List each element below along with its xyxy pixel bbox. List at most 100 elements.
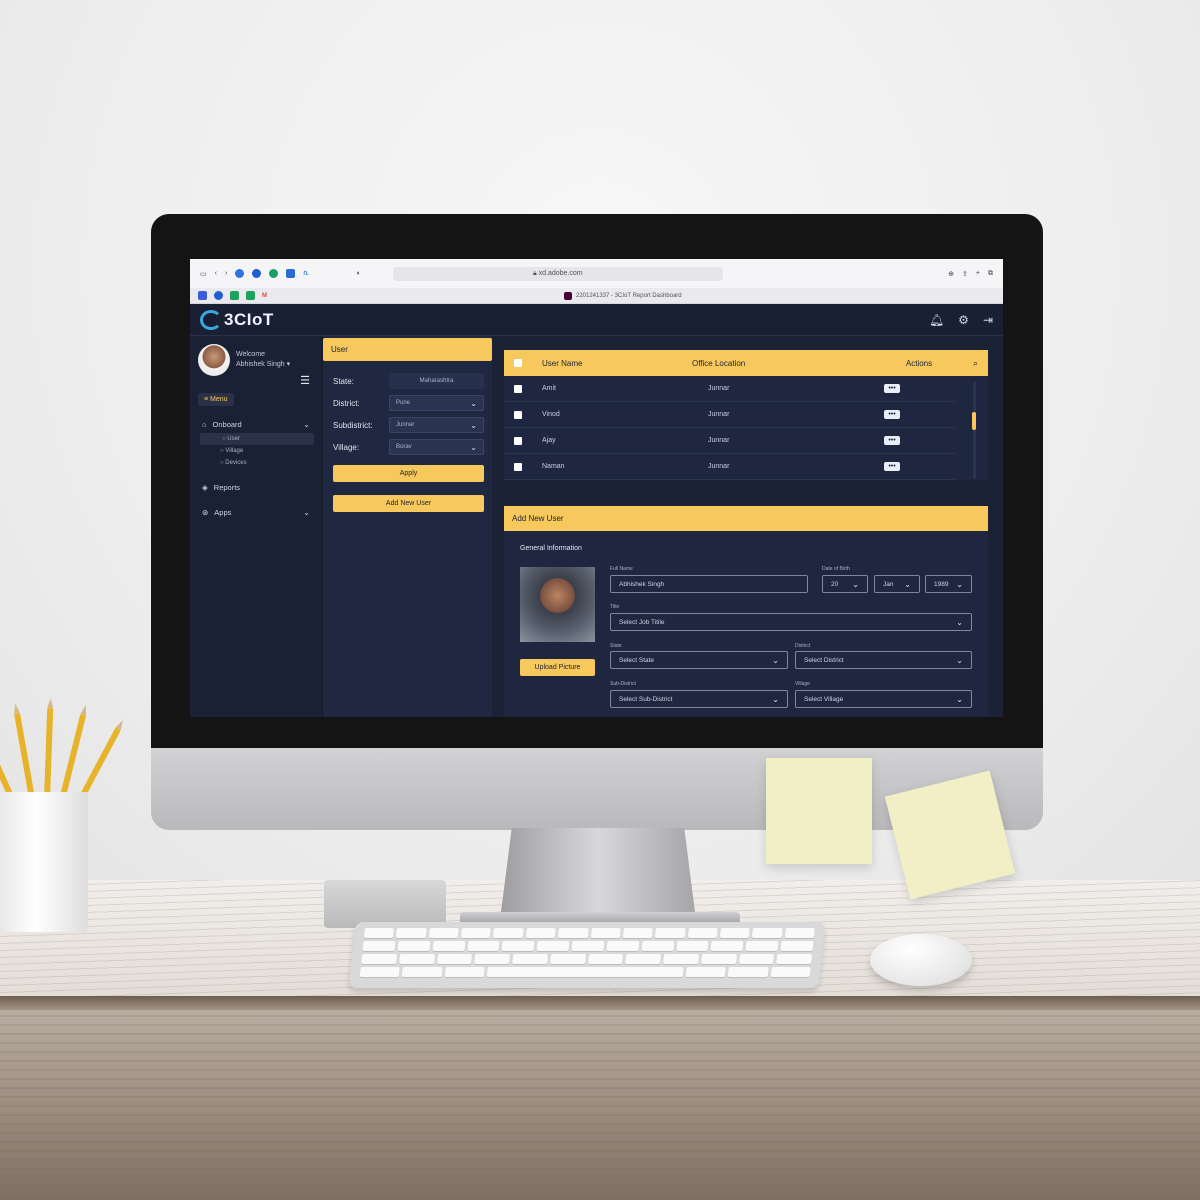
sidebar-subitem-user[interactable]: ○ User [200, 433, 314, 445]
district-select[interactable]: Select District ⌄ [795, 651, 972, 669]
chevron-down-icon: ⌄ [772, 694, 779, 704]
bookmark-icon[interactable] [198, 291, 207, 300]
village-select[interactable]: Borav ⌄ [389, 439, 484, 455]
sidebar-subitem-village[interactable]: ○ Village [198, 445, 314, 457]
extension-icon[interactable] [252, 269, 262, 278]
user-profile[interactable]: Welcome Abhishek Singh ▾ [198, 344, 314, 376]
form-title: Add New User [504, 506, 988, 531]
more-actions-button[interactable]: ••• [884, 384, 900, 393]
keyboard [348, 922, 826, 988]
dob-year-value: 1989 [934, 580, 949, 588]
job-title-select[interactable]: Select Job Titile ⌄ [610, 613, 972, 631]
subdistrict-select-value: Junnar [396, 422, 415, 428]
row-checkbox[interactable] [514, 436, 522, 445]
add-new-user-button[interactable]: Add New User [333, 495, 484, 512]
home-icon: ⌂ [202, 420, 207, 429]
user-name-cell: Amit [542, 385, 556, 392]
office-location-cell: Junnar [708, 411, 730, 418]
district-select[interactable]: Pune ⌄ [389, 395, 484, 411]
search-icon[interactable]: ⌕ [973, 358, 978, 369]
dob-year-select[interactable]: 1989 ⌄ [925, 575, 972, 593]
village-select[interactable]: Select Village ⌄ [795, 690, 972, 708]
sidebar-toggle-icon[interactable]: ▭ [200, 270, 207, 278]
upload-picture-button[interactable]: Upload Picture [520, 659, 595, 676]
chevron-down-icon: ⌄ [772, 655, 779, 665]
grammarly-icon[interactable] [269, 269, 279, 278]
back-icon[interactable]: ‹ [215, 270, 217, 277]
more-actions-button[interactable]: ••• [884, 462, 900, 471]
table-row[interactable]: Vinod Junnar ••• [504, 402, 956, 428]
new-tab-icon[interactable]: + [976, 270, 980, 277]
extension-icon[interactable] [235, 269, 245, 278]
adobe-xd-icon [564, 291, 572, 300]
row-checkbox[interactable] [514, 384, 522, 393]
dob-label: Date of Birth [822, 566, 850, 572]
share-icon[interactable]: ⇪ [962, 270, 968, 278]
profile-photo [520, 567, 595, 642]
table-row[interactable]: Amit Junnar ••• [504, 376, 956, 402]
dob-month-select[interactable]: Jan ⌄ [874, 575, 920, 593]
shield-icon[interactable]: ◐ [357, 270, 361, 277]
district-label: District [795, 643, 811, 649]
logout-icon[interactable]: ⇥ [983, 313, 993, 327]
user-name-cell: Ajay [542, 437, 556, 444]
row-checkbox[interactable] [514, 462, 522, 471]
full-name-field[interactable]: Abhishek Singh [610, 575, 808, 593]
subdistrict-select[interactable]: Select Sub-District ⌄ [610, 690, 788, 708]
menu-label: Menu [210, 396, 228, 403]
more-actions-button[interactable]: ••• [884, 410, 900, 419]
sidebar-item-label: Onboard [212, 420, 242, 429]
bookmark-icon[interactable] [214, 291, 223, 300]
dob-day-value: 20 [831, 580, 839, 588]
url-bar[interactable]: 🔒︎ xd.adobe.com [392, 266, 723, 281]
active-tab[interactable]: 2201241337 - 3CIoT Report Dashboard [564, 291, 682, 300]
job-title-placeholder: Select Job Titile [619, 618, 665, 626]
app-logo[interactable]: 3CIoT [200, 309, 274, 330]
forward-icon[interactable]: › [225, 270, 227, 277]
welcome-text: Welcome [236, 351, 266, 358]
district-label: District: [333, 398, 360, 408]
sidebar-subitem-label: User [227, 436, 240, 442]
settings-gear-icon[interactable]: ⚙ [958, 313, 969, 327]
more-actions-button[interactable]: ••• [884, 436, 900, 445]
table-scrollbar[interactable] [973, 382, 976, 479]
subdistrict-select[interactable]: Junnar ⌄ [389, 417, 484, 433]
select-all-checkbox[interactable] [514, 359, 522, 367]
extension-icon[interactable]: ኪ [303, 270, 308, 278]
chevron-down-icon: ⌄ [956, 694, 963, 704]
gmail-icon[interactable]: M [262, 293, 267, 299]
state-value: Maharashtra [389, 373, 484, 389]
menu-button[interactable]: ≡ Menu [198, 393, 234, 406]
sheets-icon[interactable] [230, 291, 239, 300]
sheets-icon[interactable] [246, 291, 255, 300]
sidebar-item-onboard[interactable]: ⌂ Onboard ⌄ [198, 420, 314, 429]
sidebar-item-apps[interactable]: ⊛ Apps ⌄ [198, 508, 314, 517]
dob-day-select[interactable]: 20 ⌄ [822, 575, 868, 593]
sidebar-item-reports[interactable]: ◈ Reports [198, 483, 314, 492]
download-icon[interactable]: ⊕ [948, 270, 954, 278]
table-row[interactable]: Ajay Junnar ••• [504, 428, 956, 454]
sidebar-subitem-label: Village [225, 448, 244, 454]
browser-bookmarks-bar: M 2201241337 - 3CIoT Report Dashboard [190, 288, 1003, 304]
tabs-overview-icon[interactable]: ⧉ [988, 270, 993, 278]
column-header-actions: Actions [905, 358, 933, 368]
table-row[interactable]: Naman Junnar ••• [504, 454, 956, 480]
sidebar-subitem-devices[interactable]: ○ Devices [198, 457, 314, 469]
chevron-down-icon: ⌄ [470, 398, 477, 408]
column-header-office-location[interactable]: Office Location [692, 359, 872, 368]
caret-down-icon[interactable]: ▾ [287, 361, 291, 368]
chevron-down-icon: ⌄ [303, 420, 310, 429]
add-new-user-form: Add New User General Information Upload … [504, 506, 988, 717]
row-checkbox[interactable] [514, 410, 522, 419]
state-label: State: [333, 376, 354, 386]
column-header-user-name[interactable]: User Name [542, 359, 692, 368]
table-scrollbar-thumb[interactable] [972, 412, 976, 430]
chevron-down-icon: ⌄ [852, 579, 859, 589]
state-select[interactable]: Select State ⌄ [610, 651, 788, 669]
notification-bell-icon[interactable]: 🔔︎ [929, 313, 944, 327]
extension-icon[interactable] [286, 269, 296, 278]
dob-month-value: Jan [883, 580, 894, 588]
apply-button[interactable]: Apply [333, 465, 484, 482]
office-location-cell: Junnar [708, 385, 730, 392]
state-placeholder: Select State [619, 656, 655, 664]
